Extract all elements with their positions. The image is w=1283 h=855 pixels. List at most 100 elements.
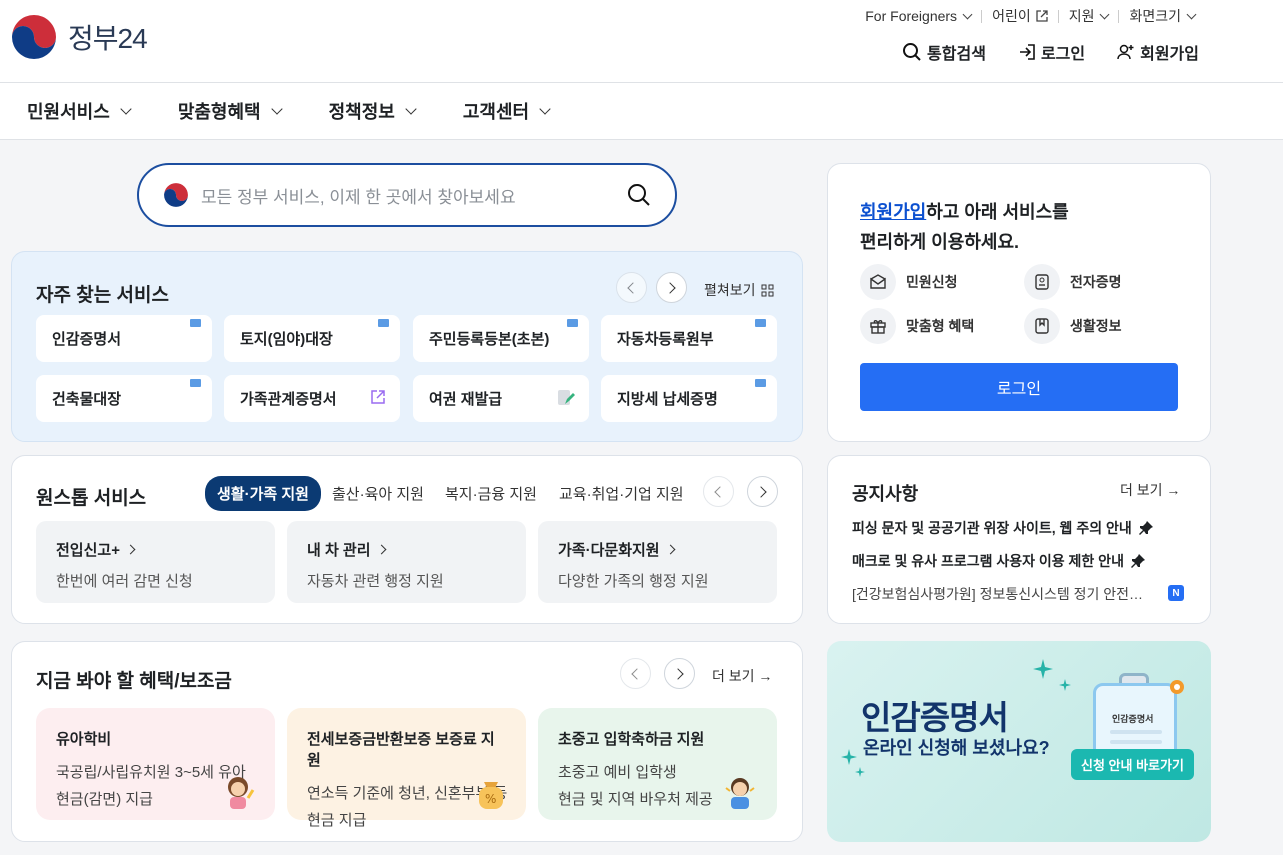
tile-label: 자동차등록원부	[617, 331, 714, 348]
benefit-card[interactable]: 전세보증금반환보증 보증료 지원 연소득 기준에 청년, 신혼부부 등 현금 지급…	[287, 708, 526, 829]
notice-item[interactable]: [건강보험심사평가원] 정보통신시스템 정기 안전…	[852, 584, 1143, 604]
svg-text:%: %	[485, 792, 496, 806]
onestop-card[interactable]: 가족·다문화지원 다양한 가족의 행정 지원	[538, 521, 777, 603]
edit-document-icon	[557, 389, 575, 411]
tile-label: 주민등록등본(초본)	[429, 331, 550, 348]
service-tile[interactable]: 토지(임야)대장	[224, 315, 400, 362]
login-icon	[1019, 44, 1035, 60]
nav-custom-benefits[interactable]: 맞춤형혜택	[178, 98, 283, 124]
card-title: 가족·다문화지원	[558, 542, 660, 559]
onestop-card[interactable]: 전입신고+ 한번에 여러 감면 신청	[36, 521, 275, 603]
tile-label: 여권 재발급	[429, 391, 503, 408]
onestop-services: 원스톱 서비스 생활·가족 지원 출산·육아 지원 복지·금융 지원 교육·취업…	[11, 455, 803, 624]
logo-text: 정부24	[68, 23, 148, 54]
tab-life-family[interactable]: 생활·가족 지원	[205, 476, 321, 511]
arrow-right-icon: →	[758, 668, 773, 684]
onestop-card[interactable]: 내 차 관리 자동차 관련 행정 지원	[287, 521, 526, 603]
tab-welfare-finance[interactable]: 복지·금융 지원	[445, 483, 537, 504]
search-bar[interactable]: 모든 정부 서비스, 이제 한 곳에서 찾아보세요	[137, 163, 677, 227]
chevron-right-icon	[376, 544, 386, 555]
gift-icon	[860, 308, 896, 344]
integrated-search-label: 통합검색	[927, 46, 986, 63]
kids-link[interactable]: 어린이	[982, 6, 1058, 26]
tile-label: 건축물대장	[52, 391, 122, 408]
tile-label: 인감증명서	[52, 331, 122, 348]
prompt-text: 편리하게 이용하세요.	[860, 232, 1020, 252]
prev-button[interactable]	[620, 658, 651, 689]
logo[interactable]: 정부24	[10, 13, 148, 61]
service-civil-application[interactable]: 민원신청	[860, 264, 958, 300]
nav-label: 정책정보	[328, 102, 395, 122]
service-custom-benefits[interactable]: 맞춤형 혜택	[860, 308, 974, 344]
chevron-down-icon	[270, 103, 283, 115]
more-link[interactable]: 더 보기 →	[712, 666, 772, 686]
search-input[interactable]: 모든 정부 서비스, 이제 한 곳에서 찾아보세요	[201, 183, 516, 208]
login-button[interactable]: 로그인	[860, 363, 1178, 411]
signup-link[interactable]: 회원가입	[860, 202, 926, 222]
card-title: 유아학비	[56, 731, 112, 748]
integrated-search-button[interactable]: 통합검색	[902, 40, 986, 64]
notice-title: [건강보험심사평가원] 정보통신시스템 정기 안전…	[852, 586, 1144, 602]
government-emblem-icon	[164, 183, 188, 207]
prev-button[interactable]	[616, 272, 647, 303]
external-link-icon	[370, 389, 386, 409]
chevron-right-icon	[665, 544, 676, 555]
card-title: 전입신고+	[56, 542, 120, 559]
signup-label: 회원가입	[1140, 46, 1199, 63]
service-tile[interactable]: 여권 재발급	[413, 375, 589, 422]
spread-view-button[interactable]: 펼쳐보기	[704, 280, 774, 300]
chevron-right-icon	[664, 281, 676, 294]
login-link[interactable]: 로그인	[1018, 40, 1085, 64]
tab-birth-childcare[interactable]: 출산·육아 지원	[332, 483, 424, 504]
chevron-down-icon	[539, 103, 551, 115]
section-title: 자주 찾는 서비스	[36, 285, 169, 306]
student-character-icon	[725, 778, 755, 809]
screen-size-label: 화면크기	[1129, 8, 1181, 24]
benefit-card[interactable]: 유아학비 국공립/사립유치원 3~5세 유아 현금(감면) 지급	[36, 708, 275, 820]
tab-education-job[interactable]: 교육·취업·기업 지원	[559, 483, 684, 504]
bookmark-icon	[1024, 308, 1060, 344]
service-tile[interactable]: 지방세 납세증명	[601, 375, 777, 422]
notice-item[interactable]: 피싱 문자 및 공공기관 위장 사이트, 웹 주의 안내	[852, 518, 1154, 538]
header-actions: 통합검색 로그인 회원가입	[870, 40, 1199, 64]
mail-icon	[860, 264, 896, 300]
service-tile[interactable]: 주민등록등본(초본)	[413, 315, 589, 362]
service-tile[interactable]: 건축물대장	[36, 375, 212, 422]
next-button[interactable]	[747, 476, 778, 507]
pin-icon	[1138, 521, 1153, 535]
search-icon[interactable]	[627, 183, 651, 207]
next-button[interactable]	[664, 658, 695, 689]
service-e-certificate[interactable]: 전자증명	[1024, 264, 1122, 300]
benefit-card[interactable]: 초중고 입학축하금 지원 초중고 예비 입학생 현금 및 지역 바우처 제공	[538, 708, 777, 820]
prev-button[interactable]	[703, 476, 734, 507]
new-badge: N	[1168, 585, 1184, 601]
badge-icon	[1170, 680, 1184, 694]
sparkle-icon	[1059, 679, 1071, 691]
service-tile[interactable]: 자동차등록원부	[601, 315, 777, 362]
login-card: 회원가입하고 아래 서비스를 편리하게 이용하세요. 민원신청 전자증명 맞춤형…	[827, 163, 1211, 442]
support-menu[interactable]: 지원	[1059, 6, 1119, 26]
signup-link[interactable]: 회원가입	[1117, 40, 1199, 64]
service-life-info[interactable]: 생활정보	[1024, 308, 1122, 344]
chevron-down-icon	[962, 9, 973, 19]
government-emblem-icon	[10, 13, 58, 61]
banner-button[interactable]: 신청 안내 바로가기	[1071, 749, 1194, 780]
nav-civil-service[interactable]: 민원서비스	[27, 98, 132, 124]
more-link[interactable]: 더 보기 →	[1120, 480, 1180, 500]
promo-banner[interactable]: 인감증명서 인감증명서 온라인 신청해 보셨나요? 신청 안내 바로가기	[827, 641, 1211, 842]
next-button[interactable]	[656, 272, 687, 303]
sparkle-icon	[855, 767, 865, 777]
notice-item[interactable]: 매크로 및 유사 프로그램 사용자 이용 제한 안내	[852, 551, 1146, 571]
card-title: 초중고 입학축하금 지원	[558, 731, 705, 748]
chevron-left-icon	[631, 667, 643, 680]
nav-customer-center[interactable]: 고객센터	[463, 98, 551, 124]
nav-policy-info[interactable]: 정책정보	[328, 98, 417, 124]
screen-size-menu[interactable]: 화면크기	[1119, 6, 1205, 26]
service-tile[interactable]: 인감증명서	[36, 315, 212, 362]
service-tile[interactable]: 가족관계증명서	[224, 375, 400, 422]
utility-menu: For Foreigners 어린이 지원 화면크기	[855, 6, 1205, 26]
nav-label: 민원서비스	[27, 102, 110, 122]
for-foreigners-menu[interactable]: For Foreigners	[855, 8, 981, 24]
pin-icon	[1130, 554, 1145, 568]
child-character-icon	[228, 777, 255, 809]
